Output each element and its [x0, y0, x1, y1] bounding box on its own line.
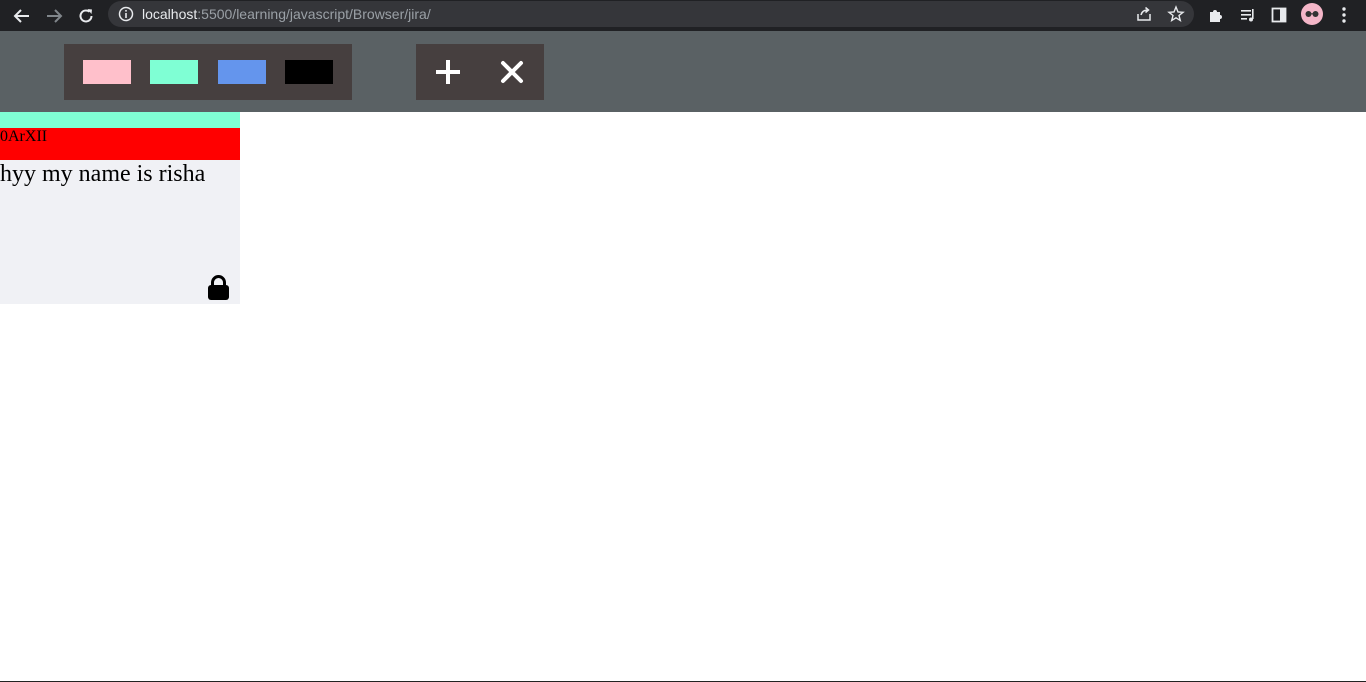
address-bar[interactable]: localhost:5500/learning/javascript/Brows…: [108, 1, 1194, 27]
kebab-menu-icon: [1342, 7, 1346, 23]
color-swatch-cornflowerblue[interactable]: [218, 60, 266, 84]
puzzle-icon: [1210, 10, 1222, 22]
playlist-icon: [1241, 9, 1254, 22]
avatar-icon: [1305, 11, 1319, 17]
plus-icon: [436, 60, 460, 84]
add-ticket-button[interactable]: [416, 44, 480, 100]
ticket-card: 0ArXII hyy my name is risha: [0, 112, 240, 304]
color-swatch-black[interactable]: [285, 60, 333, 84]
color-swatch-aquamarine[interactable]: [150, 60, 198, 84]
action-panel: [416, 44, 544, 100]
side-panel-icon: [1271, 7, 1287, 23]
remove-ticket-button[interactable]: [480, 44, 544, 100]
browser-toolbar: localhost:5500/learning/javascript/Brows…: [0, 0, 1366, 31]
ticket-task-area[interactable]: hyy my name is risha: [0, 160, 240, 188]
info-icon[interactable]: [118, 6, 134, 22]
url-text: localhost:5500/learning/javascript/Brows…: [142, 1, 431, 27]
color-swatch-pink[interactable]: [83, 60, 131, 84]
app-toolbar: [0, 31, 1366, 112]
arrow-left-icon: [13, 9, 29, 23]
side-panel-button[interactable]: [1268, 4, 1290, 26]
color-filter-panel: [64, 44, 352, 100]
url-host: localhost: [142, 6, 198, 22]
arrow-right-icon: [47, 9, 63, 23]
back-button[interactable]: [10, 4, 34, 28]
reload-button[interactable]: [74, 4, 98, 28]
lock-icon[interactable]: [207, 275, 230, 300]
url-path: :5500/learning/javascript/Browser/jira/: [197, 6, 431, 22]
reload-icon: [79, 9, 93, 23]
share-icon[interactable]: [1135, 5, 1153, 23]
profile-avatar[interactable]: [1301, 3, 1323, 25]
media-button[interactable]: [1237, 4, 1259, 26]
close-icon: [501, 61, 523, 83]
extensions-button[interactable]: [1205, 4, 1227, 26]
menu-button[interactable]: [1333, 4, 1355, 26]
ticket-id: 0ArXII: [0, 128, 240, 160]
star-icon[interactable]: [1167, 5, 1185, 23]
ticket-color-bar[interactable]: [0, 112, 240, 128]
forward-button[interactable]: [42, 4, 66, 28]
